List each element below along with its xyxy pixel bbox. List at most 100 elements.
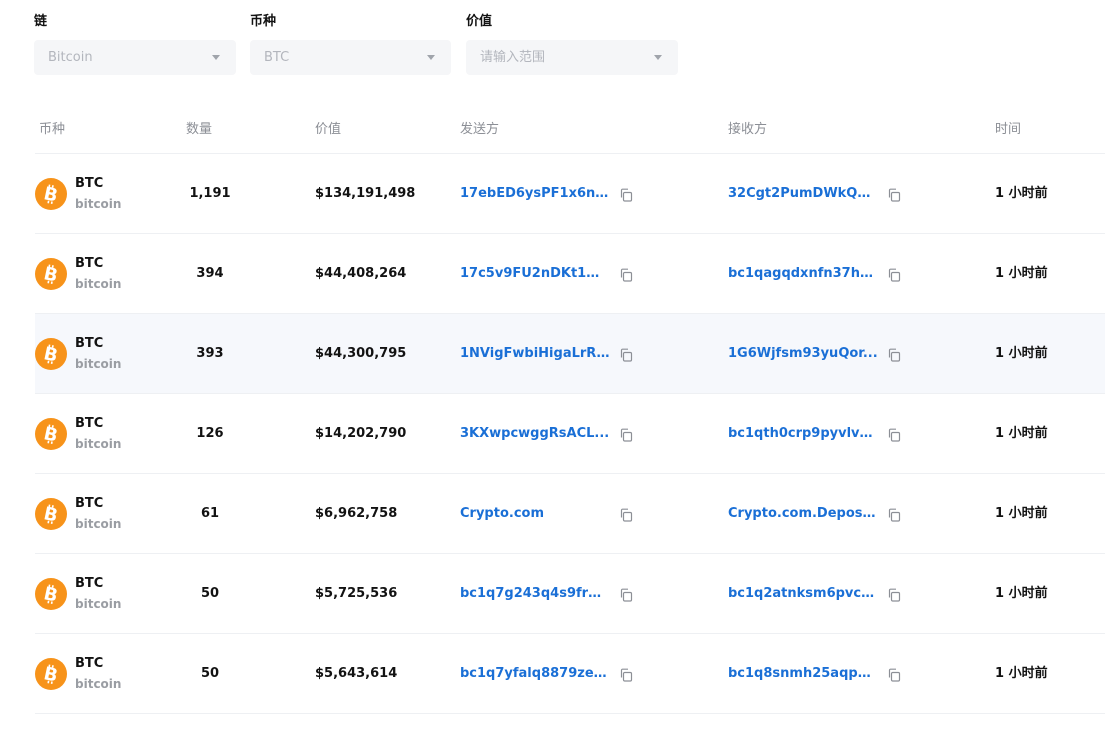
quantity-cell: 394 [196,266,224,281]
receiver-address-link[interactable]: bc1q2atnksm6pvcq... [728,554,878,633]
bitcoin-icon: B [35,578,67,610]
receiver-address-link[interactable]: 1G6Wjfsm93yuQor... [728,314,878,393]
chevron-down-icon [212,55,220,60]
copy-icon[interactable] [887,507,901,522]
value-cell: $6,962,758 [315,506,398,521]
svg-text:B: B [42,583,60,606]
quantity-cell: 50 [200,666,220,681]
value-filter-label: 价值 [466,14,493,29]
copy-icon[interactable] [619,267,633,282]
bitcoin-icon: B [35,658,67,690]
coin-select-value: BTC [264,50,290,65]
time-cell: 1 小时前 [995,426,1048,441]
table-header: 币种 数量 价值 发送方 接收方 时间 [35,110,1105,154]
quantity-cell: 1,191 [189,186,231,201]
header-time: 时间 [995,122,1022,137]
quantity-cell: 126 [196,426,224,441]
header-sender: 发送方 [460,122,500,137]
value-cell: $5,725,536 [315,586,398,601]
header-value: 价值 [315,122,342,137]
copy-icon[interactable] [619,427,633,442]
value-cell: $44,300,795 [315,346,407,361]
coin-name: bitcoin [75,597,122,611]
coin-symbol: BTC [75,256,104,271]
sender-address-link[interactable]: bc1q7yfalq8879zer... [460,634,610,713]
header-quantity: 数量 [186,122,213,137]
sender-address-link[interactable]: Crypto.com [460,474,610,553]
copy-icon[interactable] [887,587,901,602]
chain-select-value: Bitcoin [48,50,93,65]
table-row[interactable]: B BTC bitcoin 393 $44,300,795 1NVigFwbiH… [35,314,1105,394]
coin-name: bitcoin [75,677,122,691]
chain-select[interactable]: Bitcoin [34,40,236,75]
copy-icon[interactable] [619,667,633,682]
coin-filter: 币种 BTC [250,12,451,75]
value-cell: $14,202,790 [315,426,407,441]
bitcoin-icon: B [35,338,67,370]
receiver-address-link[interactable]: Crypto.com.Deposi... [728,474,878,553]
coin-symbol: BTC [75,656,104,671]
value-cell: $134,191,498 [315,186,416,201]
copy-icon[interactable] [887,187,901,202]
time-cell: 1 小时前 [995,346,1048,361]
value-cell: $44,408,264 [315,266,407,281]
sender-address-link[interactable]: 1NVigFwbiHigaLrR... [460,314,610,393]
value-filter: 价值 请输入范围 [466,12,678,75]
table-row[interactable]: B BTC bitcoin 50 $5,643,614 bc1q7yfalq88… [35,634,1105,714]
copy-icon[interactable] [887,267,901,282]
chevron-down-icon [654,55,662,60]
receiver-address-link[interactable]: bc1qagqdxnfn37hc... [728,234,878,313]
receiver-address-link[interactable]: 32Cgt2PumDWkQG... [728,154,878,233]
svg-text:B: B [42,423,60,446]
coin-name: bitcoin [75,357,122,371]
coin-name: bitcoin [75,197,122,211]
sender-address-link[interactable]: 17c5v9FU2nDKt1Q... [460,234,610,313]
svg-text:B: B [42,503,60,526]
coin-symbol: BTC [75,176,104,191]
coin-symbol: BTC [75,416,104,431]
value-range-select[interactable]: 请输入范围 [466,40,678,75]
copy-icon[interactable] [887,427,901,442]
transfers-table: 币种 数量 价值 发送方 接收方 时间 B BTC bitcoin 1,191 … [35,110,1105,714]
table-row[interactable]: B BTC bitcoin 1,191 $134,191,498 17ebED6… [35,154,1105,234]
svg-text:B: B [42,343,60,366]
coin-name: bitcoin [75,437,122,451]
receiver-address-link[interactable]: bc1qth0crp9pyvlv5... [728,394,878,473]
coin-symbol: BTC [75,496,104,511]
coin-name: bitcoin [75,517,122,531]
chain-filter-label: 链 [34,14,48,29]
coin-select[interactable]: BTC [250,40,451,75]
value-range-placeholder: 请输入范围 [480,50,546,65]
bitcoin-icon: B [35,178,67,210]
coin-filter-label: 币种 [250,14,277,29]
table-row[interactable]: B BTC bitcoin 61 $6,962,758 Crypto.com C… [35,474,1105,554]
value-cell: $5,643,614 [315,666,398,681]
quantity-cell: 393 [196,346,224,361]
coin-name: bitcoin [75,277,122,291]
copy-icon[interactable] [619,347,633,362]
time-cell: 1 小时前 [995,266,1048,281]
header-receiver: 接收方 [728,122,768,137]
copy-icon[interactable] [619,587,633,602]
sender-address-link[interactable]: 3KXwpcwggRsACL... [460,394,610,473]
table-row[interactable]: B BTC bitcoin 394 $44,408,264 17c5v9FU2n… [35,234,1105,314]
coin-symbol: BTC [75,336,104,351]
sender-address-link[interactable]: 17ebED6ysPF1x6np... [460,154,610,233]
copy-icon[interactable] [887,667,901,682]
copy-icon[interactable] [887,347,901,362]
copy-icon[interactable] [619,507,633,522]
quantity-cell: 61 [200,506,220,521]
chain-filter: 链 Bitcoin [34,12,236,75]
receiver-address-link[interactable]: bc1q8snmh25aqpu... [728,634,878,713]
quantity-cell: 50 [200,586,220,601]
time-cell: 1 小时前 [995,186,1048,201]
copy-icon[interactable] [619,187,633,202]
filter-bar: 链 Bitcoin 币种 BTC 价值 请输入范围 [34,12,734,78]
table-row[interactable]: B BTC bitcoin 126 $14,202,790 3KXwpcwggR… [35,394,1105,474]
table-row[interactable]: B BTC bitcoin 50 $5,725,536 bc1q7g243q4s… [35,554,1105,634]
time-cell: 1 小时前 [995,506,1048,521]
svg-text:B: B [42,183,60,206]
coin-symbol: BTC [75,576,104,591]
bitcoin-icon: B [35,258,67,290]
sender-address-link[interactable]: bc1q7g243q4s9frw... [460,554,610,633]
